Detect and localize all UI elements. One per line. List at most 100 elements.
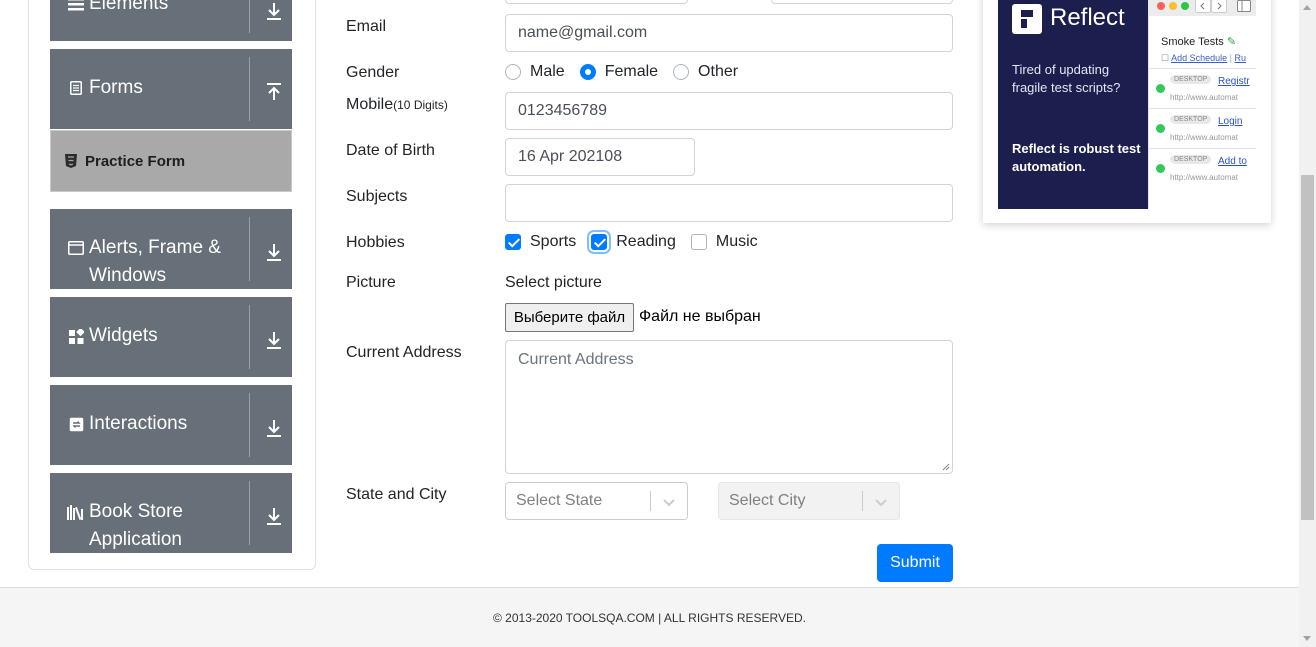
divider	[249, 0, 250, 33]
hobby-label: Sports	[530, 233, 577, 250]
divider	[249, 481, 250, 545]
widgets-icon	[67, 322, 85, 350]
interactions-icon	[67, 410, 85, 438]
status-dot-icon	[1156, 124, 1165, 133]
divider	[249, 393, 250, 457]
picture-label: Picture	[346, 274, 396, 291]
ad-add-schedule: Add Schedule	[1171, 53, 1228, 63]
gender-female-radio[interactable]	[579, 64, 596, 80]
ad-run: Ru	[1234, 53, 1247, 63]
mobile-hint: (10 Digits)	[393, 98, 448, 112]
last-name-field[interactable]	[771, 0, 953, 4]
footer: © 2013-2020 TOOLSQA.COM | ALL RIGHTS RES…	[0, 587, 1299, 647]
sidebar-group-label-line2: Windows	[89, 265, 167, 286]
upload-arrow-icon[interactable]	[264, 81, 284, 103]
ad-row-url: http://www.automat	[1170, 133, 1239, 142]
list-icon	[67, 0, 85, 18]
ad-row-link: Add to	[1218, 156, 1247, 167]
hobby-music-checkbox[interactable]	[690, 234, 707, 250]
hobby-label: Music	[715, 233, 758, 250]
ad-test-row: DESKTOP Login http://www.automat	[1149, 108, 1256, 148]
download-arrow-icon[interactable]	[264, 0, 284, 22]
advertisement[interactable]: Reflect Tired of updating fragile test s…	[983, 0, 1271, 223]
ad-panel-actions: ☐ Add Schedule | Ru	[1161, 53, 1247, 63]
ad-tagline: Tired of updating fragile test scripts?	[1012, 62, 1121, 95]
download-arrow-icon[interactable]	[264, 241, 284, 263]
hobby-reading-checkbox[interactable]	[591, 234, 608, 250]
divider	[249, 305, 250, 369]
state-select[interactable]: Select State	[505, 482, 688, 520]
file-status-text: Файл не выбран	[639, 308, 761, 325]
sidebar-group-label: Alerts, Frame &	[89, 237, 221, 258]
hobby-sports-checkbox[interactable]	[505, 234, 521, 250]
sidebar-group-label: Elements	[89, 0, 169, 14]
ad-row-url: http://www.automat	[1170, 93, 1239, 102]
gender-label: Gender	[346, 64, 400, 81]
chevron-down-icon	[875, 499, 887, 507]
choose-file-button[interactable]: Выберите файл	[505, 303, 634, 332]
ad-brand: Reflect	[1050, 4, 1125, 31]
download-arrow-icon[interactable]	[264, 505, 284, 527]
ad-left-panel: Reflect Tired of updating fragile test s…	[998, 0, 1148, 209]
sidebar-item-practice-form[interactable]: Practice Form	[50, 130, 292, 192]
pencil-icon: ✎	[1226, 36, 1237, 48]
sidebar-group-label-line2: Application	[89, 529, 182, 550]
gender-other-radio[interactable]	[673, 64, 690, 80]
download-arrow-icon[interactable]	[264, 417, 284, 439]
sidebar-group-label: Widgets	[89, 325, 158, 346]
email-label: Email	[346, 18, 387, 35]
dob-field[interactable]: 16 Apr 202108	[505, 138, 695, 176]
window-icon	[67, 234, 85, 262]
mobile-label: Mobile(10 Digits)	[346, 96, 448, 114]
divider	[650, 491, 651, 511]
reflect-logo-icon	[1012, 4, 1042, 34]
scroll-down-arrow-icon[interactable]	[1303, 636, 1311, 641]
picture-prompt: Select picture	[505, 274, 602, 291]
divider	[862, 491, 863, 511]
ad-test-row: DESKTOP Registr http://www.automat	[1149, 68, 1256, 108]
sidebar-group-label: Book Store	[89, 501, 183, 522]
ad-test-row: DESKTOP Add to http://www.automat	[1149, 148, 1256, 188]
html-icon	[65, 154, 77, 168]
first-name-field[interactable]	[505, 0, 688, 4]
mobile-field[interactable]: 0123456789	[505, 92, 953, 130]
footer-text: © 2013-2020 TOOLSQA.COM | ALL RIGHTS RES…	[493, 610, 806, 625]
hobbies-checkbox-group: Sports Reading Music	[505, 233, 773, 251]
sidebar-group-book-store[interactable]: Book Store Application	[50, 473, 292, 553]
hobbies-label: Hobbies	[346, 234, 405, 251]
ad-row-tag: DESKTOP	[1170, 75, 1212, 84]
ad-row-tag: DESKTOP	[1170, 155, 1212, 164]
download-arrow-icon[interactable]	[264, 329, 284, 351]
hobby-label: Reading	[616, 233, 676, 250]
current-address-textarea[interactable]: Current Address	[505, 340, 953, 474]
gender-option-label: Male	[530, 63, 565, 80]
sidebar-group-widgets[interactable]: Widgets	[50, 297, 292, 377]
scroll-up-arrow-icon[interactable]	[1303, 5, 1311, 10]
browser-bar	[1149, 0, 1256, 16]
state-placeholder: Select State	[516, 492, 603, 509]
sidebar-group-elements[interactable]: Elements	[50, 0, 292, 41]
checkbox-icon: ☐	[1161, 53, 1170, 63]
email-field[interactable]: name@gmail.com	[505, 14, 953, 52]
scrollbar-thumb[interactable]	[1301, 175, 1314, 520]
submit-button[interactable]: Submit	[877, 544, 953, 582]
gender-option-label: Female	[604, 63, 659, 80]
close-dot-icon	[1157, 2, 1165, 10]
sidebar-item-label: Practice Form	[85, 152, 186, 170]
page-scrollbar[interactable]	[1299, 0, 1316, 647]
city-select[interactable]: Select City	[718, 482, 900, 520]
gender-option-label: Other	[698, 63, 739, 80]
sidebar-group-interactions[interactable]: Interactions	[50, 385, 292, 465]
state-city-label: State and City	[346, 486, 447, 503]
city-placeholder: Select City	[729, 492, 806, 509]
subjects-field[interactable]	[505, 184, 953, 222]
sidebar-group-forms[interactable]: Forms	[50, 49, 292, 129]
gender-male-radio[interactable]	[505, 64, 521, 80]
document-icon	[67, 74, 85, 102]
divider	[249, 217, 250, 281]
resize-grip-icon[interactable]	[942, 463, 950, 471]
divider	[249, 57, 250, 121]
ad-row-url: http://www.automat	[1170, 173, 1239, 182]
status-dot-icon	[1156, 84, 1165, 93]
sidebar-group-alerts[interactable]: Alerts, Frame & Windows	[50, 209, 292, 289]
